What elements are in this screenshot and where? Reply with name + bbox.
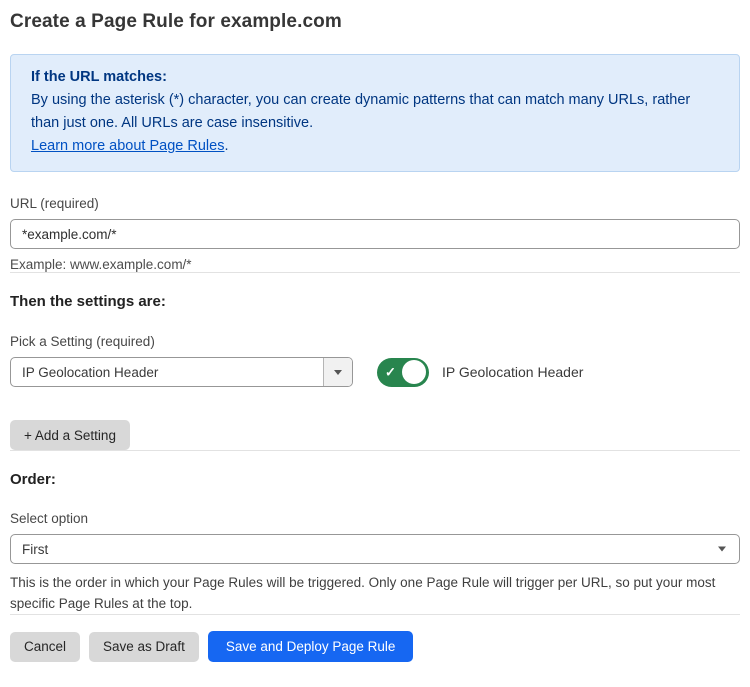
- setting-picker-label: Pick a Setting (required): [10, 334, 740, 349]
- create-page-rule-form: Create a Page Rule for example.com If th…: [0, 0, 750, 662]
- form-actions: Cancel Save as Draft Save and Deploy Pag…: [10, 631, 740, 662]
- toggle-knob: [402, 360, 426, 384]
- learn-more-link[interactable]: Learn more about Page Rules: [31, 138, 224, 154]
- chevron-down-icon: [334, 370, 342, 375]
- settings-section-heading: Then the settings are:: [10, 293, 740, 310]
- link-period: .: [224, 138, 228, 154]
- url-match-info-box: If the URL matches: By using the asteris…: [10, 54, 740, 172]
- cancel-button[interactable]: Cancel: [10, 632, 80, 662]
- check-icon: ✓: [385, 366, 396, 379]
- order-select-label: Select option: [10, 511, 740, 526]
- chevron-down-icon: [718, 547, 726, 552]
- url-field-label: URL (required): [10, 196, 740, 211]
- save-and-deploy-button[interactable]: Save and Deploy Page Rule: [208, 631, 414, 662]
- toggle-label: IP Geolocation Header: [442, 364, 583, 380]
- setting-select-dropdown-button[interactable]: [323, 358, 352, 386]
- save-as-draft-button[interactable]: Save as Draft: [89, 632, 199, 662]
- setting-select-value: IP Geolocation Header: [11, 358, 323, 386]
- info-box-body: By using the asterisk (*) character, you…: [31, 89, 719, 135]
- divider: [10, 614, 740, 615]
- add-setting-button[interactable]: + Add a Setting: [10, 420, 130, 450]
- ip-geolocation-toggle[interactable]: ✓: [377, 358, 429, 387]
- setting-select[interactable]: IP Geolocation Header: [10, 357, 353, 387]
- order-select[interactable]: First: [10, 534, 740, 564]
- divider: [10, 272, 740, 273]
- info-box-heading: If the URL matches:: [31, 66, 719, 89]
- info-box-link-line: Learn more about Page Rules.: [31, 135, 719, 158]
- order-section-heading: Order:: [10, 471, 740, 488]
- order-select-value: First: [22, 542, 48, 557]
- page-title: Create a Page Rule for example.com: [10, 11, 740, 33]
- url-input[interactable]: [10, 219, 740, 249]
- order-helper-text: This is the order in which your Page Rul…: [10, 572, 740, 614]
- url-field-helper: Example: www.example.com/*: [10, 257, 740, 272]
- setting-row: IP Geolocation Header ✓ IP Geolocation H…: [10, 357, 740, 387]
- divider: [10, 450, 740, 451]
